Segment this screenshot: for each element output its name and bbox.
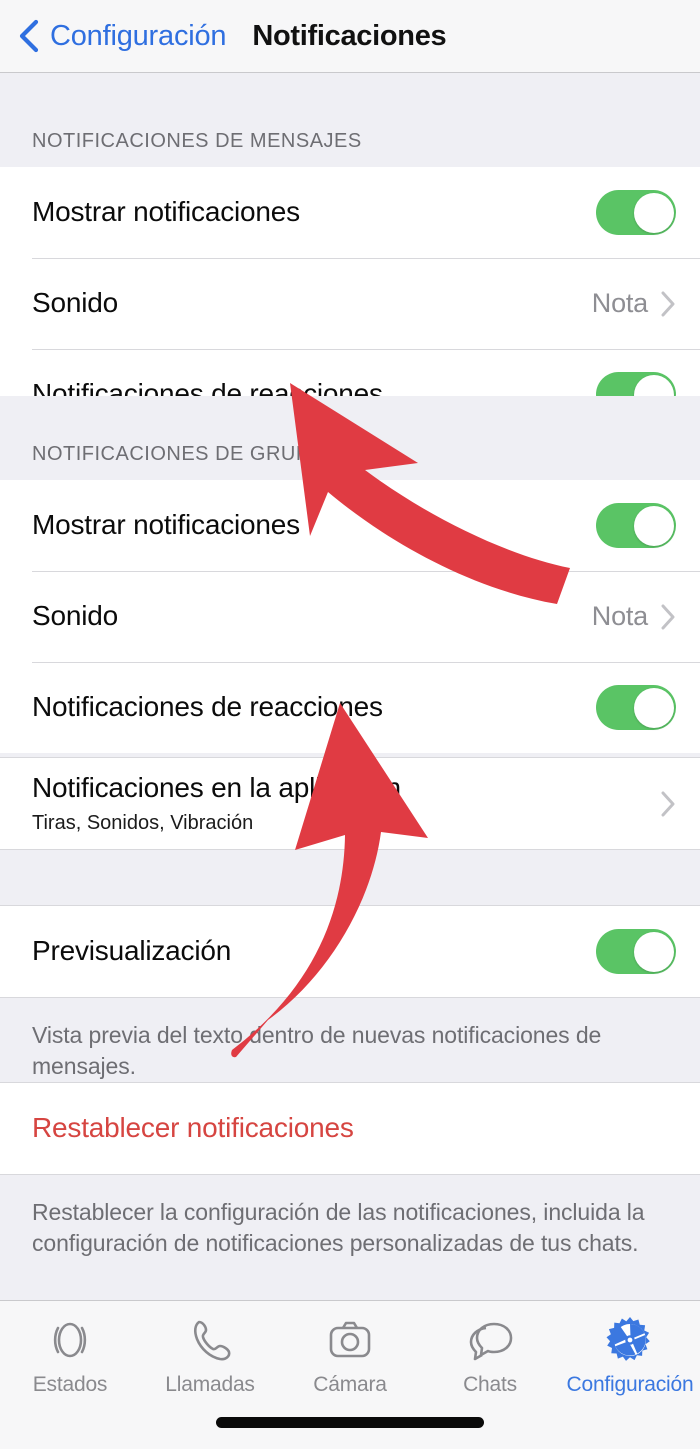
section-header-groups: NOTIFICACIONES DE GRUPOS <box>0 396 700 480</box>
section-groups: NOTIFICACIONES DE GRUPOS Mostrar notific… <box>0 396 700 753</box>
tab-estados[interactable]: Estados <box>0 1301 140 1409</box>
tab-label: Llamadas <box>165 1372 255 1396</box>
chevron-left-icon <box>19 19 39 53</box>
tab-label: Chats <box>463 1372 517 1396</box>
section-rows-groups: Mostrar notificaciones Sonido Nota Notif… <box>0 480 700 753</box>
chat-bubbles-icon <box>469 1322 513 1360</box>
row-title: Previsualización <box>32 935 232 967</box>
row-title: Sonido <box>32 287 118 319</box>
section-header-messages: NOTIFICACIONES DE MENSAJES <box>0 74 700 167</box>
toggle-knob <box>633 687 674 728</box>
gear-icon <box>606 1316 650 1361</box>
home-indicator <box>216 1417 484 1428</box>
phone-icon <box>193 1320 231 1360</box>
section-rows-preview: Previsualización <box>0 906 700 997</box>
camera-icon <box>329 1321 371 1357</box>
chevron-right-icon <box>661 604 675 629</box>
reset-notifications-label: Restablecer notificaciones <box>32 1112 354 1144</box>
toggle-show-notifications-groups[interactable] <box>596 503 676 548</box>
row-reaction-notifications-groups[interactable]: Notificaciones de reacciones <box>0 662 700 753</box>
tab-label: Configuración <box>566 1372 694 1396</box>
tab-llamadas[interactable]: Llamadas <box>140 1301 280 1409</box>
row-title: Sonido <box>32 600 118 632</box>
footer-note-reset: Restablecer la configuración de las noti… <box>0 1175 700 1295</box>
toggle-knob <box>633 505 674 546</box>
tab-chats[interactable]: Chats <box>420 1301 560 1409</box>
section-messages: NOTIFICACIONES DE MENSAJES Mostrar notif… <box>0 74 700 440</box>
section-reset: Restablecer notificaciones Restablecer l… <box>0 1082 700 1295</box>
row-preview[interactable]: Previsualización <box>0 906 700 997</box>
row-subtitle: Tiras, Sonidos, Vibración <box>32 811 254 834</box>
navigation-bar: Configuración Notificaciones <box>0 0 700 73</box>
row-value-sound-groups: Nota <box>591 601 648 631</box>
tab-label: Estados <box>32 1372 108 1396</box>
chevron-right-icon <box>661 291 675 316</box>
tab-camara[interactable]: Cámara <box>280 1301 420 1409</box>
section-rows-reset: Restablecer notificaciones <box>0 1083 700 1174</box>
back-button[interactable]: Configuración <box>18 19 227 53</box>
tab-configuracion[interactable]: Configuración <box>560 1301 700 1409</box>
row-title: Mostrar notificaciones <box>32 196 300 228</box>
row-sound-groups[interactable]: Sonido Nota <box>0 571 700 662</box>
toggle-show-notifications-messages[interactable] <box>596 190 676 235</box>
toggle-knob <box>633 931 674 972</box>
row-show-notifications-groups[interactable]: Mostrar notificaciones <box>0 480 700 571</box>
row-title: Notificaciones en la aplicación <box>32 772 401 804</box>
row-reset-notifications[interactable]: Restablecer notificaciones <box>0 1083 700 1174</box>
row-in-app-notifications[interactable]: Notificaciones en la aplicación Tiras, S… <box>0 758 700 849</box>
toggle-preview[interactable] <box>596 929 676 974</box>
toggle-knob <box>633 192 674 233</box>
row-show-notifications-messages[interactable]: Mostrar notificaciones <box>0 167 700 258</box>
section-in-app: Notificaciones en la aplicación Tiras, S… <box>0 757 700 850</box>
tab-bar: Estados Llamadas Cámara Chats Configurac… <box>0 1300 700 1449</box>
status-rings-icon <box>53 1322 87 1357</box>
row-value-sound-messages: Nota <box>591 288 648 318</box>
toggle-reaction-notifications-groups[interactable] <box>596 685 676 730</box>
divider <box>0 849 700 850</box>
tab-label: Cámara <box>313 1372 387 1396</box>
page-title: Notificaciones <box>252 19 447 52</box>
section-rows-in-app: Notificaciones en la aplicación Tiras, S… <box>0 758 700 849</box>
chevron-right-icon <box>661 791 675 816</box>
row-title: Notificaciones de reacciones <box>32 691 383 723</box>
row-sound-messages[interactable]: Sonido Nota <box>0 258 700 349</box>
whatsapp-notifications-settings-screen: Configuración Notificaciones NOTIFICACIO… <box>0 0 700 1449</box>
back-button-label: Configuración <box>50 19 227 52</box>
section-preview: Previsualización Vista previa del texto … <box>0 905 700 1103</box>
row-title: Mostrar notificaciones <box>32 509 300 541</box>
